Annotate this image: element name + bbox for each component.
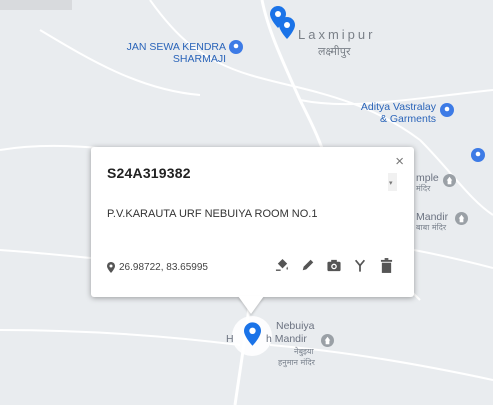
- store-icon[interactable]: [229, 40, 243, 54]
- poi-sub-baba-mandir: बाबा मंदिर: [416, 223, 447, 232]
- temple-icon[interactable]: [455, 212, 468, 225]
- popup-title: S24A319382: [107, 165, 191, 181]
- location-pin-icon: [107, 262, 115, 273]
- coordinates-text: 26.98722, 83.65995: [119, 262, 208, 273]
- town-name-local: लक्ष्मीपुर: [318, 45, 351, 58]
- poi-label-nebuiya-mandir: h Mandir: [266, 333, 307, 345]
- shopping-icon[interactable]: [440, 103, 454, 117]
- poi-label-aditya-vastralay[interactable]: Aditya Vastralay & Garments: [330, 101, 436, 125]
- paint-bucket-icon[interactable]: [274, 257, 290, 273]
- poi-label-baba-mandir[interactable]: Mandir: [416, 211, 448, 223]
- popup-toolbar: [274, 257, 394, 273]
- popup-scrollbar[interactable]: ▾: [388, 173, 397, 191]
- poi-label-nebuiya[interactable]: Nebuiya: [276, 320, 315, 332]
- popup-pointer: [238, 296, 264, 314]
- town-name: Laxmipur: [298, 27, 376, 42]
- close-icon[interactable]: ×: [395, 154, 404, 169]
- poi-sub-temple: मंदिर: [416, 184, 431, 193]
- poi-label-nebuiya-h: H: [226, 333, 234, 345]
- trash-icon[interactable]: [378, 257, 394, 273]
- temple-icon[interactable]: [443, 174, 456, 187]
- location-info-popup: S24A319382 × ▾ P.V.KARAUTA URF NEBUIYA R…: [91, 147, 414, 297]
- poi-label-jan-sewa-kendra[interactable]: JAN SEWA KENDRA SHARMAJI: [98, 41, 226, 65]
- place-marker-icon[interactable]: [471, 148, 485, 162]
- camera-icon[interactable]: [326, 257, 342, 273]
- poi-label-temple[interactable]: mple: [416, 172, 439, 184]
- fork-icon[interactable]: [352, 257, 368, 273]
- map-canvas[interactable]: Laxmipur लक्ष्मीपुर JAN SEWA KENDRA SHAR…: [0, 0, 493, 405]
- pencil-icon[interactable]: [300, 257, 316, 273]
- poi-sub-hanuman-mandir: हनुमान मंदिर: [278, 358, 315, 367]
- temple-icon[interactable]: [321, 334, 334, 347]
- poi-sub-nebuiya: नेबुइया: [294, 347, 314, 356]
- selected-location-pin-icon[interactable]: [244, 322, 261, 346]
- popup-coordinates: 26.98722, 83.65995: [107, 262, 208, 273]
- popup-address: P.V.KARAUTA URF NEBUIYA ROOM NO.1: [107, 208, 318, 220]
- chevron-down-icon: ▾: [389, 180, 393, 187]
- map-pin-icon[interactable]: [279, 15, 295, 41]
